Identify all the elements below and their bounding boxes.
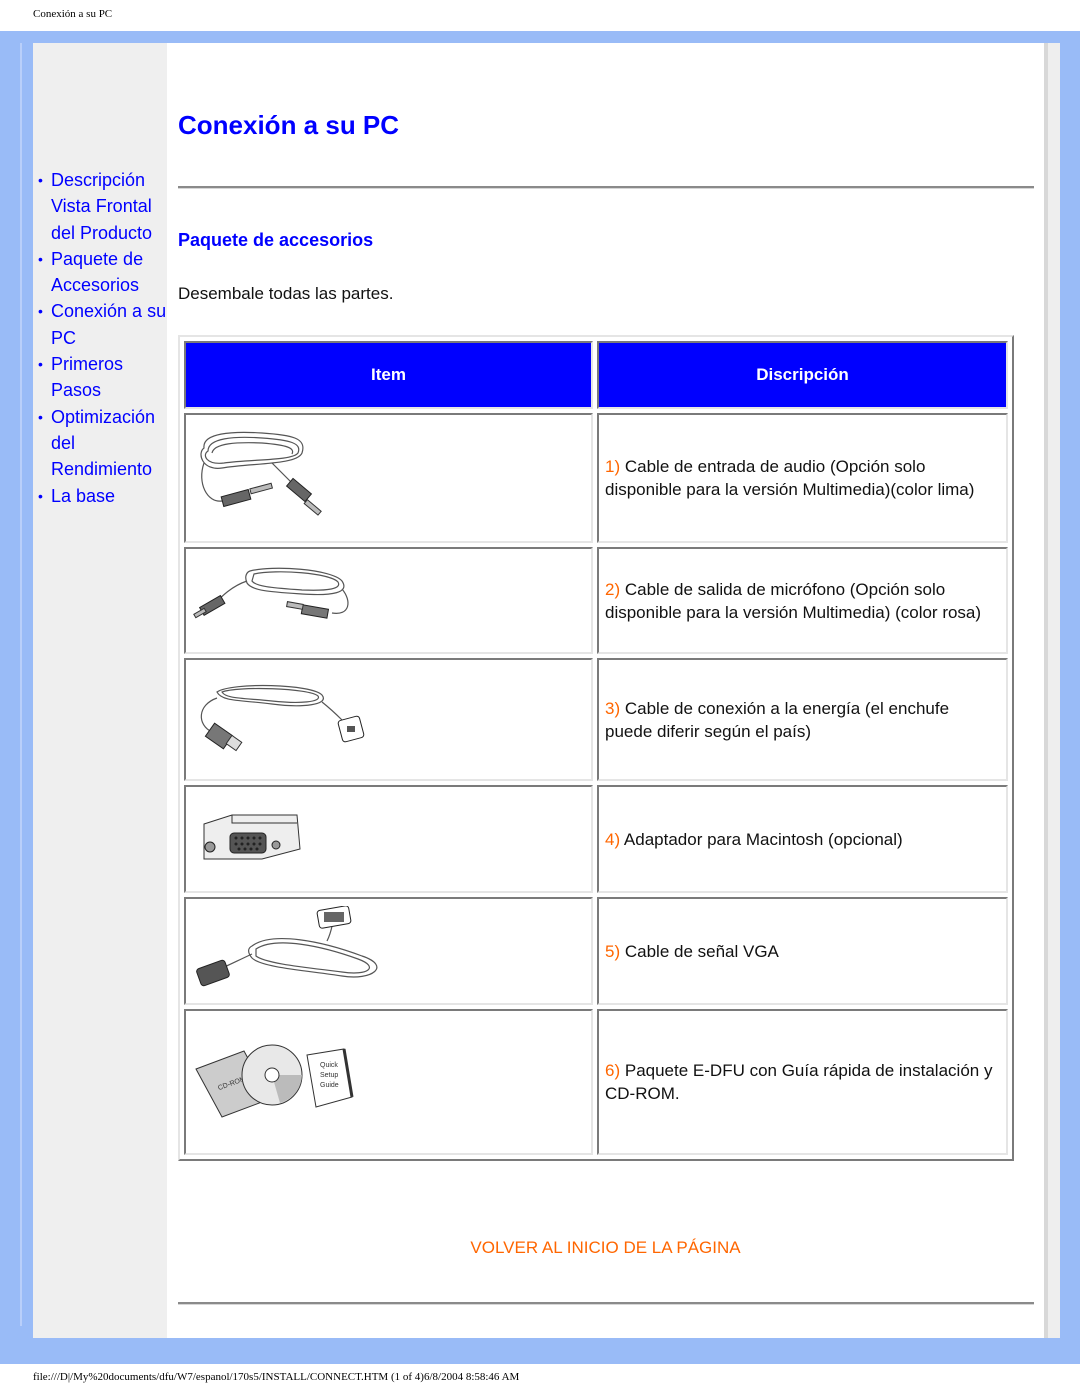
sidebar-link[interactable]: Paquete de Accesorios xyxy=(51,249,143,295)
bullet-icon: • xyxy=(38,356,43,373)
frame-edge xyxy=(20,43,22,1326)
print-footer: file:///D|/My%20documents/dfu/W7/espanol… xyxy=(33,1371,520,1383)
edfu-package-icon: CD-ROM Quick Setup Guide xyxy=(195,1044,354,1118)
bullet-icon: • xyxy=(38,250,43,267)
sidebar-link[interactable]: Conexión a su PC xyxy=(51,301,166,347)
sidebar-item-optimizacion[interactable]: • Optimización del Rendimiento xyxy=(33,404,167,483)
sidebar-item-paquete[interactable]: • Paquete de Accesorios xyxy=(33,246,167,299)
mac-adapter-icon xyxy=(203,814,301,860)
item-text: Cable de salida de micrófono (Opción sol… xyxy=(605,579,982,622)
table-row: 5) Cable de señal VGA xyxy=(184,897,1008,1005)
section-title: Paquete de accesorios xyxy=(178,230,374,250)
item-description: 4) Adaptador para Macintosh (opcional) xyxy=(597,785,1008,893)
item-image-cell xyxy=(184,785,593,893)
svg-text:Guide: Guide xyxy=(320,1082,339,1089)
bullet-icon: • xyxy=(38,172,43,188)
item-number: 2) xyxy=(605,579,621,599)
table-header-row: Item Discripción xyxy=(184,341,1008,409)
item-description: 1) Cable de entrada de audio (Opción sol… xyxy=(597,413,1008,543)
back-to-top-link[interactable]: VOLVER AL INICIO DE LA PÁGINA xyxy=(167,1238,1044,1258)
print-header: Conexión a su PC xyxy=(33,8,113,20)
sidebar-link[interactable]: Optimización del Rendimiento xyxy=(51,407,155,480)
table-row: 2) Cable de salida de micrófono (Opción … xyxy=(184,547,1008,654)
table-row: 4) Adaptador para Macintosh (opcional) xyxy=(184,785,1008,893)
sidebar-link[interactable]: Primeros Pasos xyxy=(51,354,123,400)
item-description: 5) Cable de señal VGA xyxy=(597,897,1008,1005)
item-number: 6) xyxy=(605,1061,621,1080)
audio-cable-icon xyxy=(200,431,322,516)
sidebar-nav: • Descripción Vista Frontal del Producto … xyxy=(33,167,167,509)
microphone-cable-icon xyxy=(193,567,349,619)
item-text: Paquete E-DFU con Guía rápida de instala… xyxy=(605,1061,993,1103)
scrollbar-gutter xyxy=(1044,43,1060,1338)
sidebar-item-primeros-pasos[interactable]: • Primeros Pasos xyxy=(33,351,167,404)
page-title: Conexión a su PC xyxy=(178,110,400,140)
column-header-item: Item xyxy=(184,341,593,409)
item-number: 1) xyxy=(605,457,621,476)
item-description: 2) Cable de salida de micrófono (Opción … xyxy=(597,547,1008,654)
bullet-icon: • xyxy=(38,487,43,504)
item-image-cell: CD-ROM Quick Setup Guide xyxy=(184,1009,593,1155)
divider-top xyxy=(178,186,1034,189)
column-header-description: Discripción xyxy=(597,341,1008,409)
table-row: 1) Cable de entrada de audio (Opción sol… xyxy=(184,413,1008,543)
item-text: Cable de señal VGA xyxy=(624,941,779,961)
sidebar-link[interactable]: Descripción Vista Frontal del Producto xyxy=(51,170,152,243)
item-image-cell xyxy=(184,897,593,1005)
sidebar-item-descripcion[interactable]: • Descripción Vista Frontal del Producto xyxy=(33,167,167,246)
item-description: 3) Cable de conexión a la energía (el en… xyxy=(597,658,1008,781)
item-number: 3) xyxy=(605,698,621,718)
bullet-icon: • xyxy=(38,408,43,425)
intro-text: Desembale todas las partes. xyxy=(178,284,394,303)
item-image-cell xyxy=(184,658,593,781)
item-number: 4) xyxy=(605,829,621,849)
sidebar-item-conexion[interactable]: • Conexión a su PC xyxy=(33,298,167,351)
accessories-table: Item Discripción 1) Cable de entrada de … xyxy=(178,335,1014,1161)
item-number: 5) xyxy=(605,941,621,961)
item-image-cell xyxy=(184,547,593,654)
item-text: Cable de entrada de audio (Opción solo d… xyxy=(605,457,975,499)
item-image-cell xyxy=(184,413,593,543)
table-row: CD-ROM Quick Setup Guide 6) Paquete E-DF… xyxy=(184,1009,1008,1155)
vga-cable-icon xyxy=(196,906,378,987)
divider-bottom xyxy=(178,1302,1034,1305)
sidebar-link[interactable]: La base xyxy=(51,486,115,506)
item-text: Adaptador para Macintosh (opcional) xyxy=(623,829,903,849)
bullet-icon: • xyxy=(38,303,43,320)
item-description: 6) Paquete E-DFU con Guía rápida de inst… xyxy=(597,1009,1008,1155)
item-text: Cable de conexión a la energía (el enchu… xyxy=(605,698,950,741)
svg-text:Quick: Quick xyxy=(320,1062,338,1069)
table-row: 3) Cable de conexión a la energía (el en… xyxy=(184,658,1008,781)
power-cable-icon xyxy=(200,684,365,751)
svg-text:Setup: Setup xyxy=(320,1072,338,1079)
sidebar-item-la-base[interactable]: • La base xyxy=(33,483,167,509)
